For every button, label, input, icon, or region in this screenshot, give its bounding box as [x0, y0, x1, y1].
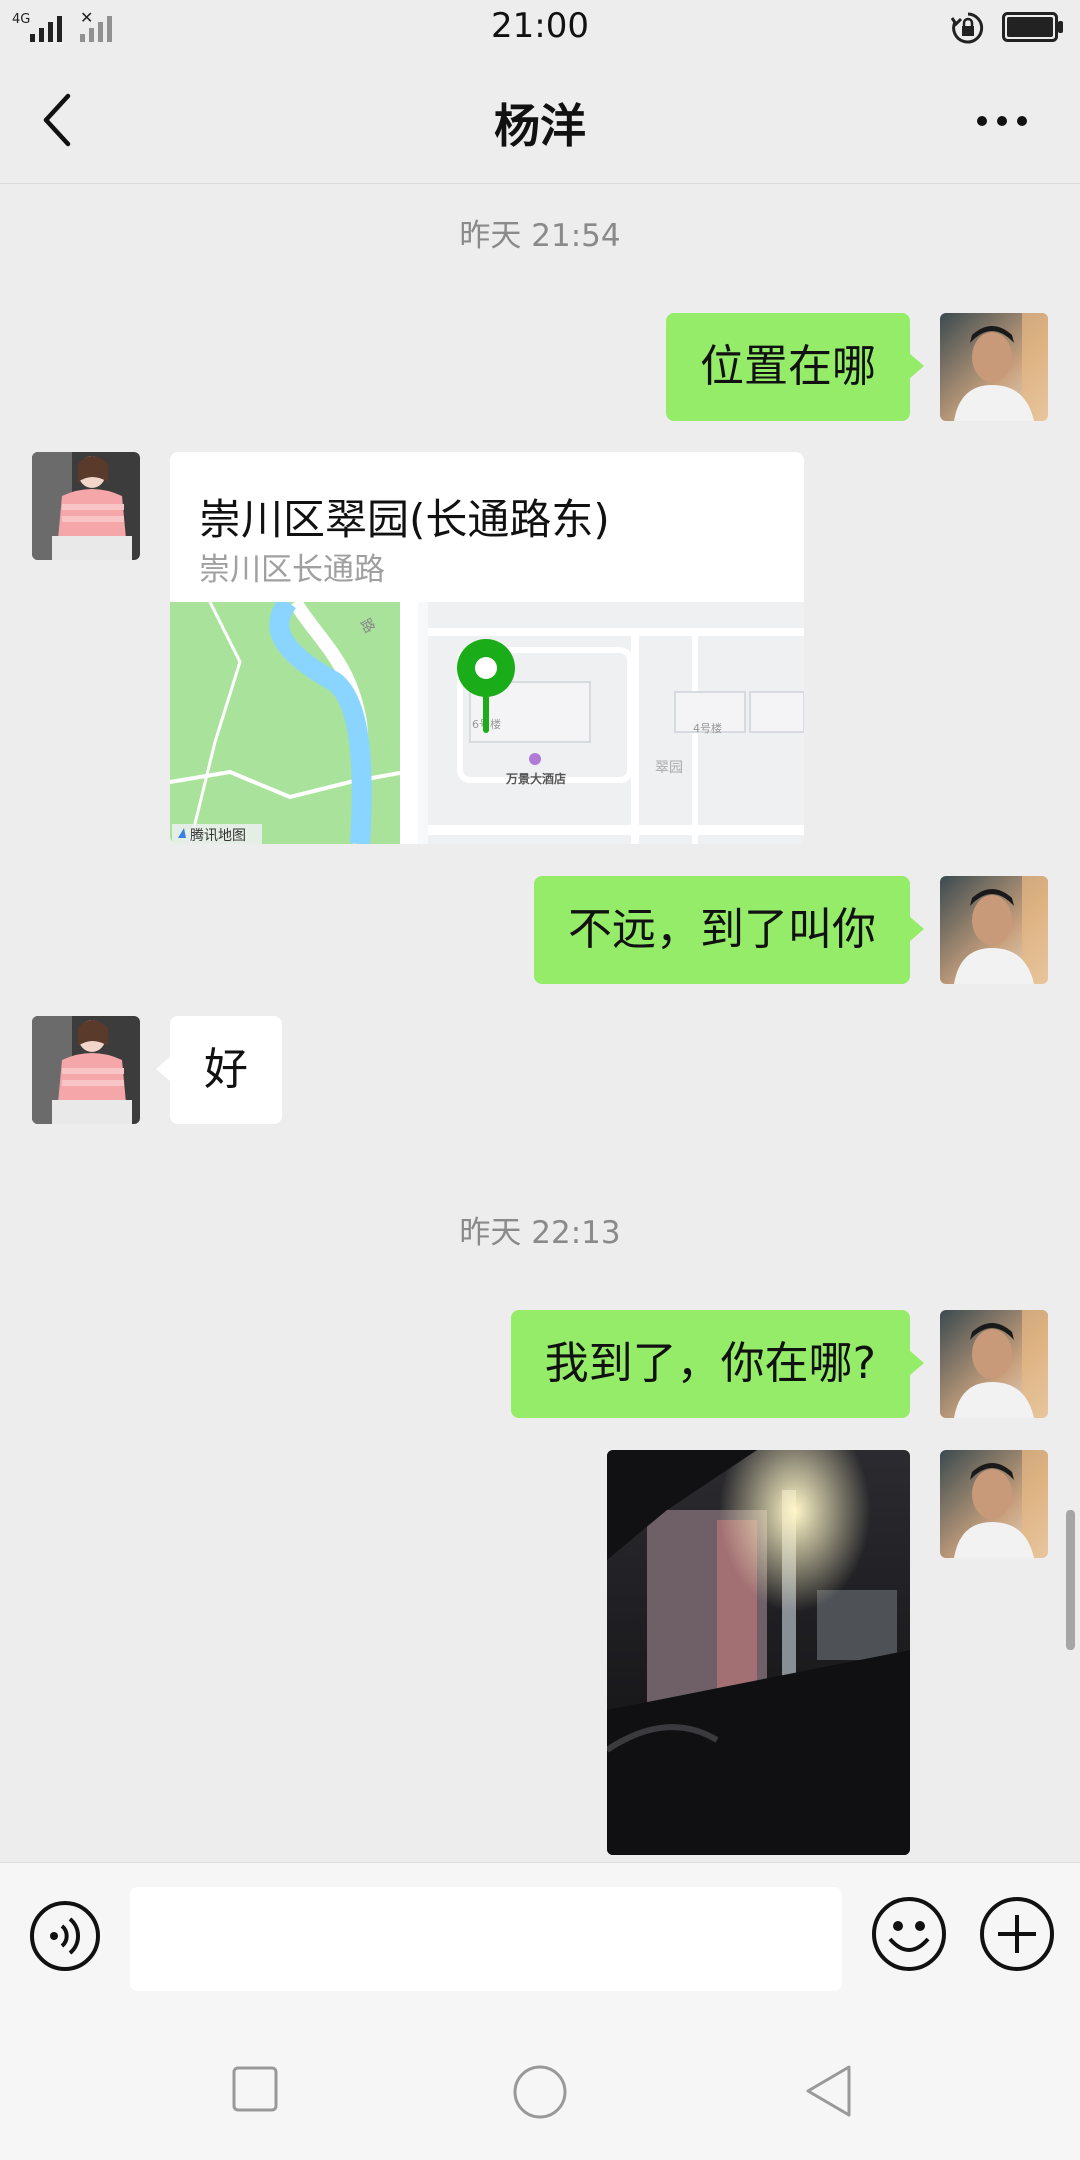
my-avatar[interactable]	[940, 1450, 1048, 1558]
message-timestamp: 昨天 21:54	[459, 218, 621, 254]
map-provider-label: 腾讯地图	[190, 827, 246, 844]
system-navigation-bar	[0, 2004, 1080, 2160]
battery-icon	[1002, 12, 1063, 42]
sent-message-bubble[interactable]: 不远，到了叫你	[534, 876, 924, 984]
my-avatar[interactable]	[940, 313, 1048, 421]
message-text: 不远，到了叫你	[568, 904, 876, 955]
sent-message-bubble[interactable]: 我到了，你在哪?	[510, 1310, 924, 1418]
map-label-hotel: 万景大酒店	[505, 771, 566, 786]
voice-input-icon[interactable]	[28, 1899, 102, 1973]
location-map-preview: 6号楼 4号楼 翠园 路 万景大酒店 腾讯地图	[170, 602, 804, 844]
home-icon[interactable]	[512, 2064, 568, 2120]
message-timestamp: 昨天 22:13	[459, 1215, 621, 1251]
message-text-input[interactable]	[130, 1887, 842, 1991]
clock: 21:00	[491, 6, 589, 46]
recent-apps-icon[interactable]	[232, 2066, 278, 2112]
status-bar: 4G ✕ 21:00	[0, 0, 1080, 56]
location-message-card[interactable]: 崇川区翠园(长通路东) 崇川区长通路 6号楼 4号楼 翠园 路 万景大酒店 腾讯…	[170, 452, 804, 844]
message-text: 我到了，你在哪?	[544, 1338, 876, 1389]
contact-avatar[interactable]	[32, 1016, 140, 1124]
my-avatar[interactable]	[940, 1310, 1048, 1418]
contact-avatar[interactable]	[32, 452, 140, 560]
location-address: 崇川区长通路	[199, 552, 385, 588]
chat-scrollbar[interactable]	[1066, 1510, 1075, 1650]
add-more-icon[interactable]	[978, 1895, 1056, 1973]
chat-header: 杨洋	[0, 56, 1080, 184]
emoji-button-icon[interactable]	[870, 1895, 948, 1973]
map-label-area: 翠园	[655, 760, 683, 776]
location-title: 崇川区翠园(长通路东)	[199, 495, 610, 544]
message-input-bar	[0, 1862, 1080, 2004]
map-label-building4: 4号楼	[693, 721, 722, 735]
rotation-lock-icon	[950, 12, 984, 44]
message-text: 好	[204, 1044, 248, 1095]
message-text: 位置在哪	[700, 341, 876, 392]
back-nav-icon[interactable]	[804, 2064, 854, 2118]
my-avatar[interactable]	[940, 876, 1048, 984]
sent-message-bubble[interactable]: 位置在哪	[666, 313, 924, 421]
sent-photo-message[interactable]	[607, 1450, 910, 1855]
more-options-icon[interactable]	[976, 114, 1028, 128]
received-message-bubble[interactable]: 好	[156, 1016, 282, 1124]
chat-title: 杨洋	[494, 99, 586, 153]
